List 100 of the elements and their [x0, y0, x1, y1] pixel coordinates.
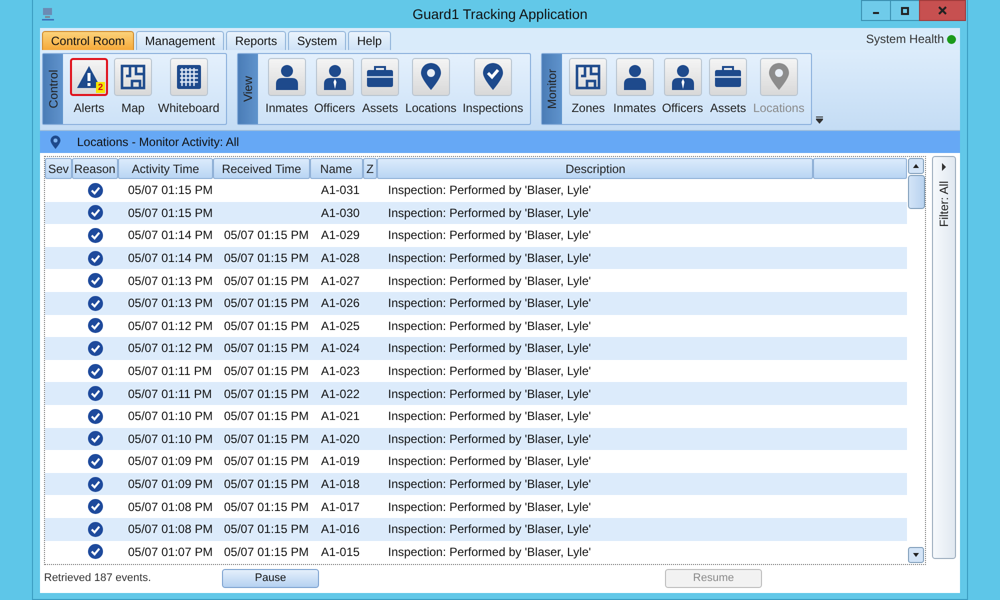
close-button[interactable] [919, 0, 966, 21]
scrollbar-thumb[interactable] [908, 175, 924, 209]
ribbon-button[interactable]: Officers [311, 54, 358, 124]
maximize-icon [901, 6, 909, 14]
table-cell-text: 05/07 01:09 PM [127, 454, 214, 468]
checkmark-circle-icon [88, 408, 102, 424]
scroll-up-button[interactable] [908, 158, 924, 174]
table-cell-text: 05/07 01:14 PM [127, 228, 214, 242]
map-pin-icon [420, 63, 442, 91]
column-header[interactable]: Sev [45, 158, 72, 179]
ribbon-button[interactable]: Assets [706, 54, 750, 124]
table-cell-text: Inspection: Performed by 'Blaser, Lyle' [387, 274, 592, 288]
table-cell-text: 05/07 01:15 PM [127, 183, 214, 198]
table-cell: 05/07 01:15 PM [224, 364, 309, 378]
table-cell-text: A1-016 [320, 522, 361, 536]
ribbon-button[interactable]: Officers [658, 54, 706, 124]
ribbon-tab[interactable]: Control Room [42, 31, 134, 50]
table-cell-text: 05/07 01:11 PM [127, 386, 213, 401]
column-header[interactable]: Name [310, 158, 363, 179]
table-cell-text: 05/07 01:10 PM [127, 432, 214, 446]
checkmark-circle-icon [88, 522, 102, 537]
table-cell: 05/07 01:15 PM [224, 386, 309, 401]
table-cell-text: A1-023 [320, 364, 361, 378]
column-header[interactable]: Activity Time [118, 158, 214, 179]
checkmark-circle-icon [88, 205, 102, 220]
group-title: Monitor [545, 69, 560, 109]
table-cell-text: 05/07 01:13 PM [127, 296, 214, 310]
table-cell-text: 05/07 01:09 PM [127, 477, 214, 492]
column-header[interactable]: Received Time [213, 158, 310, 179]
table-cell-text: A1-031 [320, 183, 361, 198]
table-cell-text: 05/07 01:15 PM [127, 206, 214, 220]
ribbon-tab[interactable]: System [288, 31, 346, 50]
table-cell-text: 05/07 01:12 PM [127, 318, 214, 333]
table-cell-text: Inspection: Performed by 'Blaser, Lyle' [387, 522, 592, 536]
ribbon-button[interactable]: Inspections [460, 54, 526, 124]
checkmark-circle-icon [88, 364, 102, 379]
table-cell-text: Inspection: Performed by 'Blaser, Lyle' [387, 183, 592, 198]
expand-arrow-icon[interactable] [941, 163, 947, 171]
table-cell-text: 05/07 01:10 PM [127, 409, 214, 424]
checkmark-circle-icon [88, 318, 102, 334]
person-with-tie-icon [322, 64, 347, 90]
table-cell: 05/07 01:15 PM [224, 477, 309, 492]
ribbon-tab[interactable]: Help [348, 31, 391, 50]
checkmark-circle-icon [88, 273, 102, 288]
table-cell-text: A1-024 [320, 341, 361, 356]
location-bar-title: Locations - Monitor Activity: All [77, 135, 240, 149]
table-cell: 05/07 01:15 PM [224, 500, 309, 514]
table-cell-text: A1-018 [320, 477, 361, 492]
table-cell-text: Inspection: Performed by 'Blaser, Lyle' [387, 454, 592, 468]
overflow-arrow-icon[interactable] [816, 116, 824, 124]
table-cell-text: Inspection: Performed by 'Blaser, Lyle' [387, 409, 592, 424]
table-cell-text: A1-022 [320, 386, 361, 401]
table-cell-text: Inspection: Performed by 'Blaser, Lyle' [387, 432, 592, 446]
checkmark-circle-icon [88, 228, 102, 243]
person-icon [622, 64, 647, 90]
grid-icon [176, 64, 202, 90]
close-icon [938, 6, 947, 15]
table-cell-text: 05/07 01:12 PM [127, 341, 214, 356]
ribbon-button[interactable]: 2 Alerts [67, 54, 111, 124]
floor-plan-icon [575, 64, 602, 90]
ribbon-button[interactable]: Inmates [610, 54, 659, 124]
column-header[interactable]: Z [362, 158, 378, 179]
action-button[interactable]: Pause [222, 568, 319, 588]
map-pin-icon [768, 63, 790, 91]
table-cell-text: A1-025 [320, 318, 361, 333]
table-cell-text: 05/07 01:14 PM [127, 251, 214, 266]
ribbon-button[interactable]: Whiteboard [155, 54, 222, 124]
system-health-label: System Health [866, 32, 944, 46]
table-cell-text: A1-020 [320, 432, 361, 446]
ribbon-button[interactable]: Assets [358, 54, 402, 124]
table-cell-text: 05/07 01:11 PM [127, 364, 213, 378]
ribbon-tab[interactable]: Reports [226, 31, 286, 50]
ribbon-button[interactable]: Locations [402, 54, 460, 124]
checkmark-circle-icon [88, 340, 102, 356]
briefcase-icon [714, 66, 742, 88]
table-cell-text: A1-026 [320, 296, 361, 310]
ribbon-button[interactable]: Inmates [262, 54, 312, 124]
column-header[interactable]: Reason [72, 158, 118, 179]
checkmark-circle-icon [88, 250, 102, 266]
table-cell-text: A1-029 [320, 228, 361, 242]
table-cell: 05/07 01:15 PM [224, 409, 309, 424]
ribbon-button[interactable]: Map [111, 54, 155, 124]
table-cell-text: Inspection: Performed by 'Blaser, Lyle' [387, 364, 592, 378]
maximize-button[interactable] [890, 0, 920, 21]
table-cell-text: A1-030 [320, 206, 361, 220]
ribbon-button[interactable]: Zones [566, 54, 610, 124]
filter-label: Filter: All [937, 181, 951, 227]
vertical-scrollbar[interactable] [907, 157, 925, 564]
scroll-down-button[interactable] [908, 547, 924, 563]
table-cell: 05/07 01:15 PM [224, 544, 309, 559]
table-cell-text: Inspection: Performed by 'Blaser, Lyle' [387, 341, 592, 356]
pin-with-checkmark-icon [482, 63, 504, 91]
checkmark-circle-icon [88, 499, 102, 514]
filter-panel[interactable]: Filter: All [932, 156, 956, 559]
table-cell: 05/07 01:15 PM [224, 251, 309, 266]
column-header[interactable]: Description [377, 158, 814, 179]
ribbon-tab[interactable]: Management [136, 31, 224, 50]
table-cell-text: A1-015 [320, 544, 361, 559]
table-cell-text: Inspection: Performed by 'Blaser, Lyle' [387, 386, 592, 401]
table-cell-text: A1-019 [320, 454, 361, 468]
